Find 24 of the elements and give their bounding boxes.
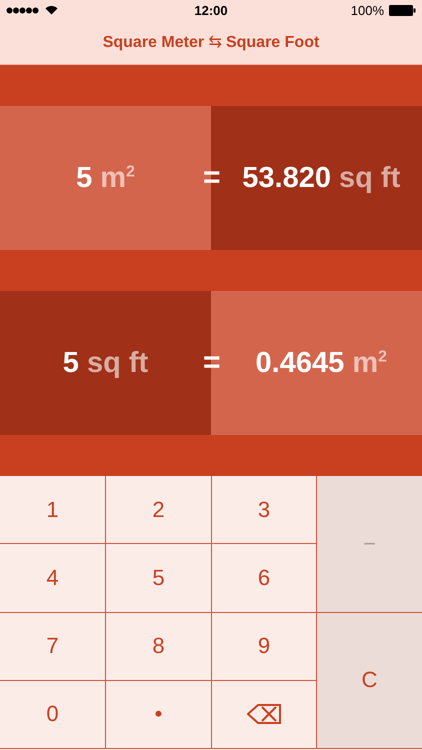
digit-key[interactable]: 2 — [106, 476, 212, 544]
clock-time: 12:00 — [194, 2, 228, 18]
digit-key[interactable]: 6 — [212, 544, 317, 612]
input-value: 5 m$^{2}$ — [76, 162, 135, 194]
digit-key[interactable]: 3 — [212, 476, 317, 544]
digit-key[interactable]: 5 — [106, 544, 212, 612]
signal-icon — [6, 6, 40, 14]
digit-key[interactable]: 9 — [212, 612, 317, 681]
backspace-icon — [247, 704, 281, 724]
result-value: 0.4645 m$^{2}$ — [256, 346, 387, 380]
digit-key[interactable]: 1 — [0, 476, 106, 544]
wifi-icon — [45, 5, 58, 15]
result-value: 53.820 sq ft — [242, 162, 400, 194]
digit-key[interactable]: 8 — [106, 612, 212, 681]
function-key[interactable]: C — [317, 612, 422, 749]
input-value: 5 sq ft — [62, 346, 148, 380]
battery-percent: 100% — [350, 2, 384, 18]
battery-icon — [389, 4, 416, 16]
digit-key[interactable]: 7 — [0, 612, 106, 681]
nav-title[interactable]: Square Meter ⇆ Square Foot — [102, 32, 320, 52]
digit-key[interactable]: • — [106, 680, 212, 749]
digit-key[interactable]: 0 — [0, 680, 106, 749]
backspace-key[interactable] — [212, 680, 317, 749]
digit-key[interactable]: 4 — [0, 544, 106, 612]
